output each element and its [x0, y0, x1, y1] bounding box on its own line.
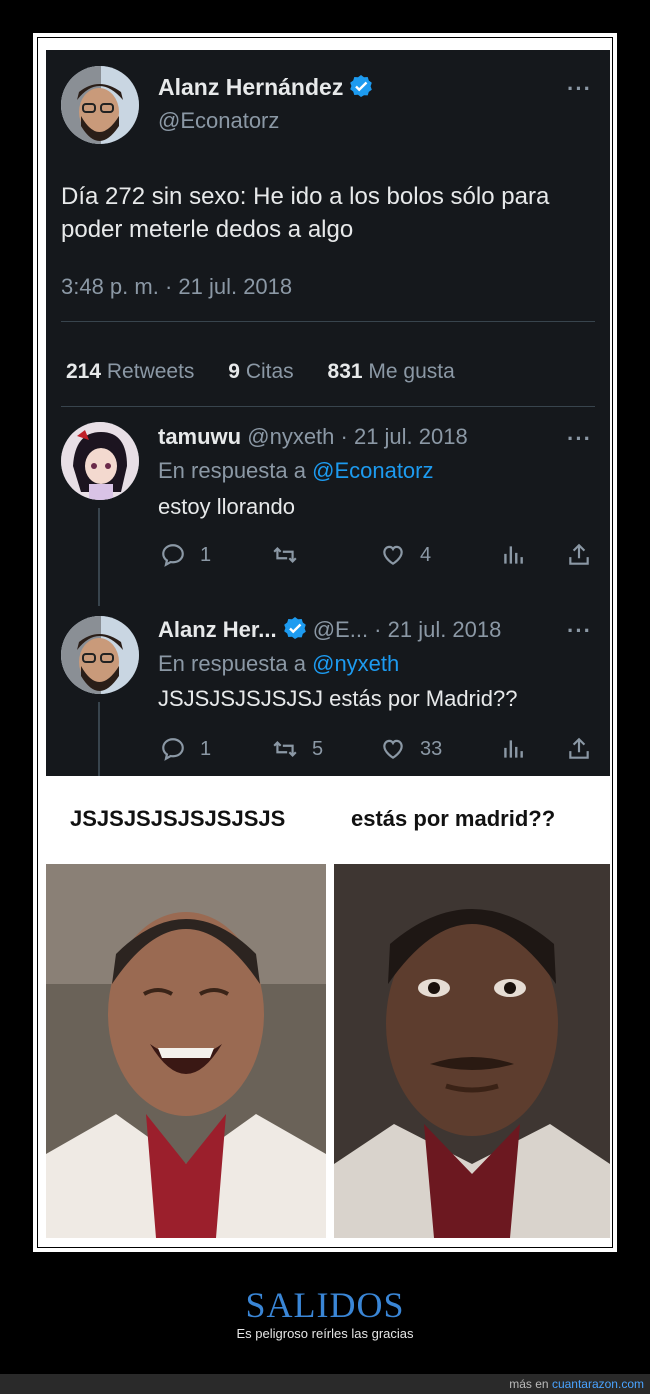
source-text: más en cuantarazon.com	[509, 1377, 644, 1391]
reply-header: Alanz Her... @E... · 21 jul. 2018	[158, 616, 501, 643]
comment-icon	[162, 738, 184, 761]
retweets-count: 214	[66, 360, 102, 383]
divider	[61, 321, 595, 322]
author-handle[interactable]: @Econatorz	[158, 108, 279, 134]
heart-icon	[383, 739, 403, 759]
source-link[interactable]: cuantarazon.com	[552, 1377, 644, 1391]
post-content: Alanz Hernández @Econatorz ··· Día 272 s…	[37, 37, 613, 1248]
like-button[interactable]: 4	[380, 542, 431, 568]
quotes-count: 9	[228, 360, 240, 383]
likes-label: Me gusta	[368, 360, 455, 383]
retweets-stat[interactable]: 214 Retweets	[66, 360, 194, 383]
author-name[interactable]: Alanz Hernández	[158, 74, 373, 101]
quotes-stat[interactable]: 9 Citas	[228, 360, 293, 383]
tweet-timestamp[interactable]: 3:48 p. m. · 21 jul. 2018	[61, 274, 292, 300]
reply-text: JSJSJSJSJSJSJ estás por Madrid??	[158, 686, 518, 711]
comment-icon	[162, 544, 184, 567]
source-bar: más en cuantarazon.com	[0, 1374, 650, 1394]
retweet-button[interactable]	[272, 542, 312, 568]
verified-badge-icon	[283, 617, 306, 639]
share-icon	[569, 543, 589, 565]
like-count: 33	[420, 737, 443, 760]
likes-stat[interactable]: 831 Me gusta	[328, 360, 455, 383]
thread-line	[98, 702, 100, 776]
author-name-text: Alanz Hernández	[158, 74, 344, 100]
retweet-button[interactable]: 5	[272, 736, 323, 762]
post-frame: Alanz Hernández @Econatorz ··· Día 272 s…	[33, 33, 617, 1252]
tweet-text: Día 272 sin sexo: He ido a los bolos sól…	[61, 183, 550, 243]
reply-handle-date[interactable]: @E... · 21 jul. 2018	[313, 617, 502, 642]
retweet-icon	[273, 740, 297, 758]
reply-to-line: En respuesta a @nyxeth	[158, 651, 399, 677]
analytics-icon	[504, 546, 523, 564]
thread-line	[98, 508, 100, 606]
reply-avatar[interactable]	[61, 422, 139, 500]
reply-to-prefix: En respuesta a	[158, 651, 306, 676]
reply-button[interactable]: 1	[160, 542, 211, 568]
tweet-stats: 214 Retweets 9 Citas 831 Me gusta	[66, 360, 483, 384]
more-options-icon[interactable]: ···	[567, 618, 592, 644]
more-options-icon[interactable]: ···	[567, 76, 592, 102]
share-button[interactable]	[566, 542, 592, 568]
reply-avatar[interactable]	[61, 616, 139, 694]
retweet-icon	[273, 546, 297, 564]
retweet-count: 5	[312, 737, 324, 760]
reply-to-handle-link[interactable]: @Econatorz	[312, 458, 433, 483]
avatar[interactable]	[61, 66, 139, 144]
heart-icon	[383, 545, 403, 565]
reply-text: estoy llorando	[158, 494, 295, 519]
reply-author-name[interactable]: tamuwu	[158, 424, 241, 449]
meme-right-image	[334, 864, 610, 1238]
share-button[interactable]	[566, 736, 592, 762]
reply-to-line: En respuesta a @Econatorz	[158, 458, 434, 484]
share-icon	[569, 737, 589, 759]
reply-actions: 1 5 33	[156, 736, 596, 766]
retweets-label: Retweets	[106, 360, 195, 383]
more-options-icon[interactable]: ···	[567, 426, 592, 452]
reply-to-handle-link[interactable]: @nyxeth	[312, 651, 399, 676]
verified-badge-icon	[350, 75, 373, 97]
reply-count: 1	[200, 543, 212, 566]
source-prefix: más en	[509, 1377, 549, 1391]
analytics-button[interactable]	[500, 736, 526, 762]
reply-header: tamuwu @nyxeth · 21 jul. 2018	[158, 424, 468, 450]
meme-left-image	[46, 864, 326, 1238]
like-button[interactable]: 33	[380, 736, 442, 762]
quotes-label: Citas	[245, 360, 294, 383]
divider	[61, 406, 595, 407]
post-subtitle: Es peligroso reírles las gracias	[236, 1326, 414, 1341]
analytics-icon	[504, 740, 523, 758]
meme-right-caption: estás por madrid??	[351, 806, 556, 831]
reply-count: 1	[200, 737, 212, 760]
reply-author-name[interactable]: Alanz Her...	[158, 617, 277, 642]
post-title[interactable]: SALIDOS	[0, 1284, 650, 1326]
reply-actions: 1 4	[156, 542, 596, 572]
likes-count: 831	[327, 360, 363, 383]
reply-handle-date[interactable]: @nyxeth · 21 jul. 2018	[247, 424, 467, 449]
like-count: 4	[420, 543, 432, 566]
reply-to-prefix: En respuesta a	[158, 458, 306, 483]
meme-left-caption: JSJSJSJSJSJSJSJS	[70, 806, 286, 831]
reply-button[interactable]: 1	[160, 736, 211, 762]
analytics-button[interactable]	[500, 542, 526, 568]
tweet-screenshot: Alanz Hernández @Econatorz ··· Día 272 s…	[46, 50, 610, 776]
